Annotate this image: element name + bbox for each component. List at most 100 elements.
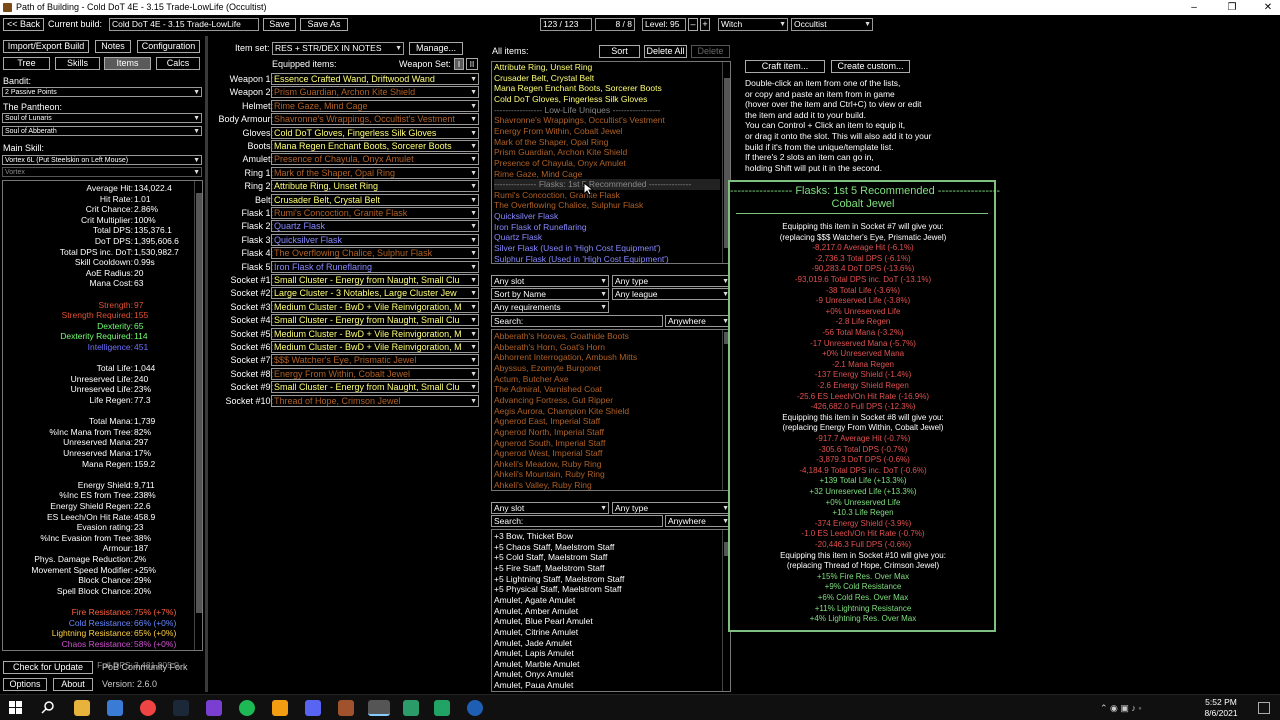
slot-item-select[interactable]: Medium Cluster - BwD + Vile Reinvigorati… [271, 327, 479, 340]
slot-item-select[interactable]: Essence Crafted Wand, Driftwood Wand ▼ [271, 73, 479, 85]
list-item[interactable]: Ahkeli's Meadow, Ruby Ring [494, 459, 720, 470]
list-item[interactable]: Quicksilver Flask [494, 211, 720, 222]
list-item[interactable]: Abberath's Horn, Goat's Horn [494, 342, 720, 353]
list-item[interactable]: Presence of Chayula, Onyx Amulet [494, 158, 720, 169]
slot-item-select[interactable]: Iron Flask of Runeflaring ▼ [271, 260, 479, 273]
list-item[interactable]: Sulphur Flask (Used in 'High Cost Equipm… [494, 254, 720, 265]
app-icon-14[interactable] [467, 700, 483, 716]
list-item[interactable]: Mana Regen Enchant Boots, Sorcerer Boots [494, 83, 720, 94]
list-item[interactable]: Attribute Ring, Unset Ring [494, 62, 720, 73]
slot-item-select[interactable]: Prism Guardian, Archon Kite Shield ▼ [271, 86, 479, 99]
list-item[interactable]: +5 Fire Staff, Maelstrom Staff [494, 563, 720, 574]
tab-calcs[interactable]: Calcs [156, 57, 200, 70]
list-item[interactable]: Amulet, Jade Amulet [494, 638, 720, 649]
slot-item-select[interactable]: Rumi's Concoction, Granite Flask ▼ [271, 207, 479, 219]
level-down-button[interactable]: – [688, 18, 698, 31]
list-item[interactable]: Rumi's Concoction, Granite Flask [494, 190, 720, 201]
slot-item-select[interactable]: Attribute Ring, Unset Ring ▼ [271, 180, 479, 193]
slot-item-select[interactable]: Large Cluster - 3 Notables, Large Cluste… [271, 287, 479, 300]
db1-type-select[interactable]: Any type ▼ [612, 275, 731, 287]
list-item[interactable]: Shavronne's Wrappings, Occultist's Vestm… [494, 115, 720, 126]
list-item[interactable]: Abhorrent Interrogation, Ambush Mitts [494, 352, 720, 363]
level-up-button[interactable]: + [700, 18, 710, 31]
list-item[interactable]: +3 Bow, Thicket Bow [494, 531, 720, 542]
bandit-select[interactable]: 2 Passive Points ▼ [2, 87, 202, 97]
list-item[interactable]: Amulet, Marble Amulet [494, 659, 720, 670]
save-as-button[interactable]: Save As [300, 18, 348, 31]
weapon-set-1-button[interactable]: I [454, 58, 464, 70]
create-custom-button[interactable]: Create custom... [831, 60, 910, 73]
db1-search-input[interactable]: Search: [491, 315, 663, 327]
db1-anywhere-select[interactable]: Anywhere ▼ [665, 315, 731, 327]
list-item[interactable]: Agnerod East, Imperial Staff [494, 416, 720, 427]
pantheon-major-select[interactable]: Soul of Lunaris ▼ [2, 113, 202, 123]
craft-item-button[interactable]: Craft item... [745, 60, 825, 73]
db1-league-select[interactable]: Any league ▼ [612, 288, 731, 300]
slot-item-select[interactable]: $$$ Watcher's Eye, Prismatic Jewel ▼ [271, 354, 479, 367]
slot-item-select[interactable]: Crusader Belt, Crystal Belt ▼ [271, 193, 479, 206]
list-item[interactable]: Iron Flask of Runeflaring [494, 222, 720, 233]
slot-item-select[interactable]: Cold DoT Gloves, Fingerless Silk Gloves ▼ [271, 126, 479, 139]
configuration-button[interactable]: Configuration [137, 40, 200, 53]
slot-item-select[interactable]: Quartz Flask ▼ [271, 220, 479, 233]
list-item[interactable]: --------------- Flasks: 1st 5 Recommende… [494, 179, 720, 190]
list-item[interactable]: Ahkeli's Valley, Ruby Ring [494, 480, 720, 491]
db2-type-select[interactable]: Any type ▼ [612, 502, 731, 514]
tab-items[interactable]: Items [104, 57, 151, 70]
list-item[interactable]: +5 Lightning Staff, Maelstrom Staff [494, 574, 720, 585]
tab-tree[interactable]: Tree [3, 57, 50, 70]
list-item[interactable]: Abyssus, Ezomyte Burgonet [494, 363, 720, 374]
app-icon-6[interactable] [206, 700, 222, 716]
main-skill-select[interactable]: Vortex 6L (Put Steelskin on Left Mouse) ▼ [2, 155, 202, 165]
list-item[interactable]: Rime Gaze, Mind Cage [494, 169, 720, 180]
list-item[interactable]: ----------------- Low-Life Uniques -----… [494, 105, 720, 116]
class-select[interactable]: Witch ▼ [718, 18, 788, 31]
app-icon-12[interactable] [403, 700, 419, 716]
list-item[interactable]: Abberath's Hooves, Goathide Boots [494, 331, 720, 342]
db2-slot-select[interactable]: Any slot ▼ [491, 502, 609, 514]
sort-button[interactable]: Sort [599, 45, 640, 58]
db1-slot-select[interactable]: Any slot ▼ [491, 275, 609, 287]
db1-sort-select[interactable]: Sort by Name ▼ [491, 288, 609, 300]
delete-button[interactable]: Delete [691, 45, 730, 58]
app-icon-8[interactable] [272, 700, 288, 716]
file-explorer-icon[interactable] [74, 700, 90, 716]
sub-skill-select[interactable]: Vortex ▼ [2, 167, 202, 177]
list-item[interactable]: Cold DoT Gloves, Fingerless Silk Gloves [494, 94, 720, 105]
db2-anywhere-select[interactable]: Anywhere ▼ [665, 515, 731, 527]
clock[interactable]: 5:52 PM 8/6/2021 [1196, 697, 1246, 719]
list-item[interactable]: Quartz Flask [494, 232, 720, 243]
list-item[interactable]: Amulet, Paua Amulet [494, 680, 720, 691]
weapon-set-2-button[interactable]: II [466, 58, 478, 70]
steam-icon[interactable] [173, 700, 189, 716]
list-item[interactable]: Actum, Butcher Axe [494, 374, 720, 385]
list-item[interactable]: +5 Cold Staff, Maelstrom Staff [494, 552, 720, 563]
close-icon[interactable]: ✕ [1256, 0, 1280, 15]
list-item[interactable]: Mark of the Shaper, Opal Ring [494, 137, 720, 148]
list-item[interactable]: Amulet, Citrine Amulet [494, 627, 720, 638]
list-item[interactable]: Amulet, Amber Amulet [494, 606, 720, 617]
save-button[interactable]: Save [263, 18, 296, 31]
slot-item-select[interactable]: Medium Cluster - BwD + Vile Reinvigorati… [271, 341, 479, 353]
ascendancy-select[interactable]: Occultist ▼ [791, 18, 873, 31]
minimize-icon[interactable]: – [1182, 0, 1206, 15]
app-icon-2[interactable] [107, 700, 123, 716]
list-item[interactable]: Ahkeli's Mountain, Ruby Ring [494, 469, 720, 480]
list-item[interactable]: Amulet, Lapis Amulet [494, 648, 720, 659]
tab-skills[interactable]: Skills [55, 57, 100, 70]
level-field[interactable]: Level: 95 [642, 18, 686, 31]
list-item[interactable]: Aegis Aurora, Champion Kite Shield [494, 406, 720, 417]
slot-item-select[interactable]: Small Cluster - Energy from Naught, Smal… [271, 274, 479, 286]
back-button[interactable]: << Back [3, 18, 44, 31]
notifications-icon[interactable] [1258, 702, 1270, 714]
app-icon-10[interactable] [338, 700, 354, 716]
slot-item-select[interactable]: Small Cluster - Energy from Naught, Smal… [271, 314, 479, 327]
windows-start-icon[interactable] [9, 701, 23, 715]
list-item[interactable]: Silver Flask (Used in 'High Cost Equipme… [494, 243, 720, 254]
slot-item-select[interactable]: Mana Regen Enchant Boots, Sorcerer Boots… [271, 140, 479, 152]
slot-item-select[interactable]: Energy From Within, Cobalt Jewel ▼ [271, 367, 479, 380]
list-item[interactable]: The Overflowing Chalice, Sulphur Flask [494, 200, 720, 211]
slot-item-select[interactable]: Thread of Hope, Crimson Jewel ▼ [271, 394, 479, 407]
spotify-icon[interactable] [239, 700, 255, 716]
import-export-button[interactable]: Import/Export Build [3, 40, 89, 53]
